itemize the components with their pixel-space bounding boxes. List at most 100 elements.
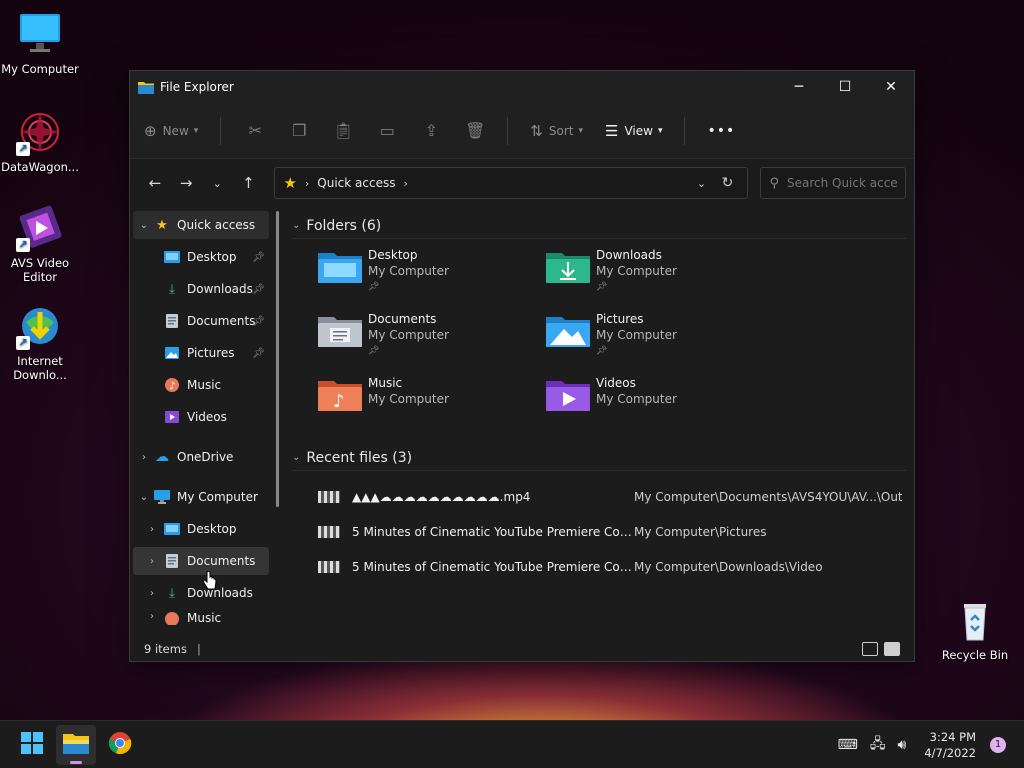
- desktop-icon-datawagon[interactable]: ↗ DataWagon...: [0, 108, 80, 174]
- close-button[interactable]: ✕: [868, 71, 914, 103]
- monitor-icon: [16, 10, 64, 58]
- navigation-pane: ⌄ ★ Quick access Desktop 📌︎ ⤓ Downloads …: [130, 207, 282, 627]
- notification-badge[interactable]: 1: [990, 736, 1006, 753]
- sidebar-item-my-computer[interactable]: ⌄ My Computer: [133, 483, 269, 511]
- new-button[interactable]: ⊕ New ▾: [144, 122, 198, 140]
- desktop-icon-avs-video-editor[interactable]: ↗ AVS Video Editor: [0, 204, 80, 284]
- folder-videos[interactable]: Videos My Computer: [546, 375, 774, 439]
- shortcut-arrow-icon: ↗: [16, 238, 30, 252]
- recent-files-group-header[interactable]: ⌄ Recent files (3): [292, 445, 906, 471]
- chevron-down-icon[interactable]: ⌄: [135, 492, 153, 503]
- chevron-right-icon[interactable]: ›: [143, 588, 161, 599]
- recent-locations-chevron-icon[interactable]: ⌄: [204, 177, 230, 190]
- divider: [220, 116, 222, 145]
- folder-icon: [138, 80, 154, 94]
- tiles-view-button[interactable]: [884, 642, 900, 656]
- command-bar: ⊕ New ▾ ✂ ❐ 📋︎ ▭ ⇪ 🗑︎ ⇅ Sort ▾ ☰ View ▾ …: [130, 103, 914, 159]
- folder-music[interactable]: ♪ Music My Computer: [318, 375, 546, 439]
- volume-icon[interactable]: 🔊︎: [898, 737, 907, 753]
- rename-icon: ▭: [379, 121, 395, 140]
- sidebar-item-downloads[interactable]: ⤓ Downloads 📌︎: [133, 275, 269, 303]
- music-note-icon: ♪: [163, 377, 181, 393]
- folder-icon: [63, 732, 89, 757]
- back-arrow-icon[interactable]: ←: [142, 174, 168, 192]
- group-title: Recent files (3): [306, 449, 413, 466]
- keyboard-icon[interactable]: ⌨: [838, 737, 858, 753]
- sidebar-item-label: Downloads: [187, 282, 253, 296]
- chrome-taskbar-button[interactable]: [100, 725, 140, 765]
- pin-icon: 📌︎: [252, 283, 265, 295]
- pin-icon: 📌︎: [596, 346, 608, 356]
- up-arrow-icon[interactable]: ↑: [235, 174, 261, 192]
- share-button[interactable]: ⇪: [419, 119, 443, 143]
- maximize-button[interactable]: ☐: [822, 71, 868, 103]
- clipboard-icon: 📋︎: [333, 121, 354, 140]
- search-box[interactable]: ⚲: [760, 167, 906, 199]
- list-item[interactable]: 5 Minutes of Cinematic YouTube Premiere …: [318, 549, 906, 584]
- search-input[interactable]: [786, 176, 897, 190]
- forward-arrow-icon[interactable]: →: [173, 174, 199, 192]
- sidebar-item-music[interactable]: ♪ Music: [133, 371, 269, 399]
- status-divider: |: [196, 642, 201, 656]
- desktop-icon-internet-download[interactable]: ↗ Internet Downlo...: [0, 302, 80, 382]
- minimize-button[interactable]: ─: [776, 71, 822, 103]
- file-explorer-taskbar-button[interactable]: [56, 724, 96, 765]
- desktop-icon-my-computer[interactable]: My Computer: [0, 10, 80, 76]
- rename-button[interactable]: ▭: [375, 119, 399, 143]
- details-view-button[interactable]: [862, 642, 878, 656]
- chrome-icon: [108, 731, 132, 758]
- divider: [507, 116, 509, 145]
- paste-button[interactable]: 📋︎: [331, 119, 355, 143]
- breadcrumb-quick-access[interactable]: Quick access: [317, 176, 395, 190]
- sort-button[interactable]: ⇅ Sort ▾: [530, 122, 583, 140]
- sidebar-item-onedrive[interactable]: › ☁ OneDrive: [133, 443, 269, 471]
- item-count: 9 items: [144, 642, 187, 656]
- chevron-right-icon[interactable]: ›: [135, 452, 153, 463]
- folder-pictures[interactable]: Pictures My Computer 📌︎: [546, 311, 774, 375]
- chevron-right-icon[interactable]: ›: [143, 524, 161, 535]
- title-bar[interactable]: File Explorer ─ ☐ ✕: [130, 71, 914, 103]
- list-item[interactable]: 5 Minutes of Cinematic YouTube Premiere …: [318, 514, 906, 549]
- group-title: Folders (6): [306, 217, 382, 234]
- folder-name: Music: [368, 376, 403, 390]
- cut-button[interactable]: ✂: [243, 119, 267, 143]
- address-dropdown-icon[interactable]: ⌄: [687, 177, 715, 190]
- sidebar-item-computer-desktop[interactable]: › Desktop: [133, 515, 269, 543]
- folder-downloads[interactable]: Downloads My Computer 📌︎: [546, 247, 774, 311]
- sidebar-item-quick-access[interactable]: ⌄ ★ Quick access: [133, 211, 269, 239]
- sidebar-item-label: Desktop: [187, 250, 237, 264]
- desktop-icon-recycle-bin[interactable]: Recycle Bin: [935, 596, 1015, 662]
- chevron-right-icon[interactable]: ›: [143, 556, 161, 567]
- star-icon: ★: [283, 174, 297, 192]
- clock[interactable]: 3:24 PM 4/7/2022: [924, 729, 976, 761]
- recycle-bin-icon: [951, 596, 999, 644]
- sidebar-item-desktop[interactable]: Desktop 📌︎: [133, 243, 269, 271]
- delete-button[interactable]: 🗑︎: [463, 119, 487, 143]
- view-button[interactable]: ☰ View ▾: [605, 122, 662, 140]
- downloads-folder-icon: [546, 249, 590, 285]
- plus-circle-icon: ⊕: [144, 121, 157, 140]
- folder-documents[interactable]: Documents My Computer 📌︎: [318, 311, 546, 375]
- copy-button[interactable]: ❐: [287, 119, 311, 143]
- star-icon: ★: [156, 217, 168, 233]
- document-icon: [163, 553, 181, 569]
- refresh-icon[interactable]: ↻: [715, 175, 739, 191]
- address-bar[interactable]: ★ › Quick access › ⌄ ↻: [274, 167, 749, 199]
- sidebar-item-pictures[interactable]: Pictures 📌︎: [133, 339, 269, 367]
- sidebar-item-computer-documents[interactable]: › Documents: [133, 547, 269, 575]
- folder-desktop[interactable]: Desktop My Computer 📌︎: [318, 247, 546, 311]
- start-button[interactable]: [12, 725, 52, 765]
- sidebar-item-documents[interactable]: Documents 📌︎: [133, 307, 269, 335]
- network-icon[interactable]: 🖧︎: [870, 733, 886, 757]
- chevron-down-icon[interactable]: ⌄: [135, 220, 153, 231]
- chevron-right-icon[interactable]: ›: [143, 611, 161, 622]
- content-pane: ⌄ Folders (6) Desktop My Computer 📌︎ Downl…: [282, 207, 914, 627]
- sidebar-scrollbar[interactable]: [276, 211, 279, 507]
- pin-icon: 📌︎: [252, 251, 265, 263]
- more-options-button[interactable]: •••: [707, 123, 735, 139]
- sidebar-item-videos[interactable]: Videos: [133, 403, 269, 431]
- folders-group-header[interactable]: ⌄ Folders (6): [292, 213, 906, 239]
- list-item[interactable]: ▲▲▲☁☁☁☁☁☁☁☁☁☁.mp4 My Computer\Documents\…: [318, 479, 906, 514]
- sidebar-item-computer-downloads[interactable]: › ⤓ Downloads: [133, 579, 269, 607]
- sidebar-item-computer-music[interactable]: › Music: [133, 611, 269, 625]
